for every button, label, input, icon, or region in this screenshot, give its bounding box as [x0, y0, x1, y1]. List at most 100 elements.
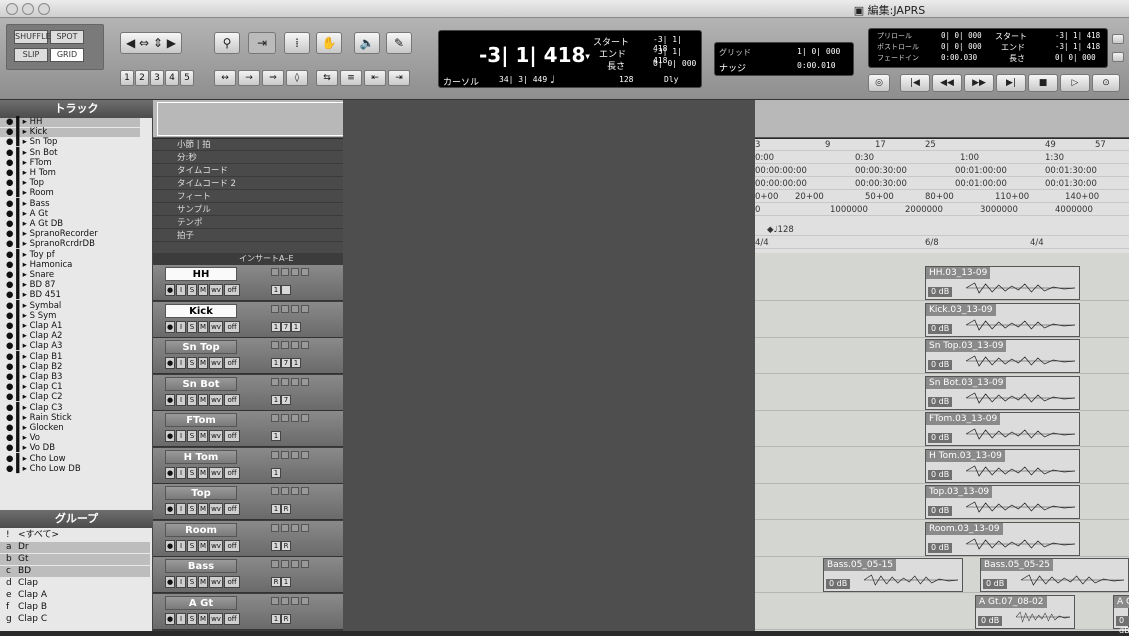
insert-slot[interactable] — [271, 414, 279, 422]
ruler-label[interactable]: テンポ — [153, 217, 343, 229]
send-slot[interactable] — [281, 285, 291, 295]
track-list-item[interactable]: ● ▌▸ Snare — [0, 271, 140, 280]
mute-button[interactable]: M — [198, 430, 208, 442]
return-to-zero-icon[interactable]: |◀ — [900, 74, 930, 92]
track-list-item[interactable]: ● ▌▸ SpranoRcrdrDB — [0, 240, 140, 249]
track-visible-dot-icon[interactable]: ● ▌▸ — [0, 250, 30, 260]
track-list-item[interactable]: ● ▌▸ Sn Top — [0, 138, 140, 147]
track-visible-dot-icon[interactable]: ● ▌▸ — [0, 352, 30, 362]
track-visible-dot-icon[interactable]: ● ▌▸ — [0, 280, 30, 290]
record-enable-button[interactable]: ● — [165, 284, 175, 296]
track-list-item[interactable]: ● ▌▸ Clap B2 — [0, 362, 140, 372]
link-timeline-icon[interactable]: → — [238, 70, 260, 86]
insert-slot[interactable] — [271, 304, 279, 313]
transport-end-value[interactable]: -3| 1| 418 — [1055, 42, 1100, 51]
insert-slot[interactable] — [291, 596, 299, 605]
track-visible-dot-icon[interactable]: ● ▌▸ — [0, 168, 30, 178]
track-visible-dot-icon[interactable]: ● ▌▸ — [0, 199, 30, 209]
send-slot[interactable]: R — [281, 504, 291, 514]
input-monitor-button[interactable]: I — [176, 430, 186, 442]
play-icon[interactable]: ▷ — [1060, 74, 1090, 92]
track-list-item[interactable]: ● ▌▸ A Gt — [0, 209, 140, 219]
groups-panel-header[interactable]: グループ — [0, 510, 153, 528]
postroll-value[interactable]: 0| 0| 000 — [941, 42, 982, 51]
group-item[interactable]: g Clap C — [0, 614, 150, 625]
track-visible-dot-icon[interactable]: ● ▌▸ — [0, 321, 30, 331]
clip-gain[interactable]: 0 dB — [928, 506, 953, 516]
send-slot[interactable]: R — [281, 613, 291, 624]
input-monitor-button[interactable]: I — [176, 576, 186, 588]
clip-gain[interactable]: 0 dB — [928, 433, 953, 443]
tab-to-transient-icon[interactable]: ↔ — [214, 70, 236, 86]
transport-option-1[interactable] — [1112, 34, 1124, 44]
track-visible-dot-icon[interactable]: ● ▌▸ — [0, 158, 30, 168]
track-list-item[interactable]: ● ▌▸ Toy pf — [0, 250, 140, 260]
track-name[interactable]: FTom — [165, 413, 237, 427]
track-visible-dot-icon[interactable]: ● ▌▸ — [0, 362, 30, 372]
record-enable-button[interactable]: ● — [165, 320, 175, 333]
solo-button[interactable]: S — [187, 393, 197, 406]
meter-marker[interactable]: 4/4 — [755, 237, 769, 249]
audio-clip[interactable]: HH.03_13-09 0 dB — [925, 266, 1080, 300]
track-visible-dot-icon[interactable]: ● ▌▸ — [0, 137, 30, 147]
record-enable-button[interactable]: ● — [165, 466, 175, 479]
send-slot[interactable]: 1 — [271, 321, 281, 332]
view-selector[interactable]: wv — [209, 612, 223, 625]
record-enable-button[interactable]: ● — [165, 357, 175, 369]
track-list-item[interactable]: ● ▌▸ Clap A2 — [0, 332, 140, 341]
track-visible-dot-icon[interactable]: ● ▌▸ — [0, 331, 30, 341]
automation-mode[interactable]: off — [224, 576, 240, 588]
track-visible-dot-icon[interactable]: ● ▌▸ — [0, 117, 30, 127]
mute-button[interactable]: M — [198, 612, 208, 625]
insert-slot[interactable] — [291, 560, 299, 568]
automation-mode[interactable]: off — [224, 320, 240, 333]
grid-value[interactable]: 1| 0| 000 — [797, 47, 840, 56]
insertion-follows-icon[interactable]: ⇆ — [316, 70, 338, 86]
track-header[interactable]: Kick ● I S Mwv off 1 7 1 — [153, 301, 343, 338]
input-monitor-button[interactable]: I — [176, 393, 186, 406]
ruler-label[interactable]: タイムコード — [153, 165, 343, 177]
ruler-row-timecode2[interactable]: 00:00:00:00 00:00:30:00 00:01:00:00 00:01:3… — [755, 178, 1129, 190]
input-monitor-button[interactable]: I — [176, 612, 186, 625]
send-slot[interactable]: 1 — [271, 285, 281, 295]
track-list-item[interactable]: ● ▌▸ Clap C2 — [0, 393, 140, 402]
track-visible-dot-icon[interactable]: ● ▌▸ — [0, 403, 30, 413]
track-list-item[interactable]: ● ▌▸ H Tom — [0, 169, 140, 178]
grid-mode-button[interactable]: GRID — [50, 48, 84, 62]
track-visible-dot-icon[interactable]: ● ▌▸ — [0, 454, 30, 464]
transport-option-2[interactable] — [1112, 52, 1124, 62]
solo-button[interactable]: S — [187, 284, 197, 296]
insert-slot[interactable] — [271, 450, 279, 459]
insert-slot[interactable] — [281, 450, 289, 459]
insert-slot[interactable] — [301, 341, 309, 349]
send-slot[interactable]: 7 — [281, 394, 291, 405]
track-list-item[interactable]: ● ▌▸ Room — [0, 189, 140, 198]
mirror-midi-icon[interactable]: ◊ — [286, 70, 308, 86]
record-enable-button[interactable]: ● — [165, 539, 175, 552]
insert-slot[interactable] — [291, 377, 299, 386]
track-header[interactable]: Room ● I S Mwv off 1 R — [153, 520, 343, 557]
ruler-row-timecode[interactable]: 00:00:00:00 00:00:30:00 00:01:00:00 00:01:3… — [755, 165, 1129, 177]
track-list-item[interactable]: ● ▌▸ Vo DB — [0, 444, 140, 453]
automation-mode[interactable]: off — [224, 612, 240, 625]
send-slot[interactable]: 1 — [271, 394, 281, 405]
nudge-value[interactable]: 0:00.010 — [797, 61, 836, 70]
insert-slot[interactable] — [291, 414, 299, 422]
clip-gain[interactable]: 0 dB — [826, 579, 851, 589]
group-item[interactable]: d Clap — [0, 578, 150, 589]
track-name[interactable]: Sn Bot — [165, 376, 237, 391]
insert-slot[interactable] — [301, 523, 309, 532]
audio-clip[interactable]: Top.03_13-09 0 dB — [925, 485, 1080, 519]
send-slot[interactable]: R — [281, 540, 291, 551]
track-list-item[interactable]: ● ▌▸ BD 87 — [0, 281, 140, 290]
audio-clip[interactable]: A G 0 dB — [1113, 594, 1129, 635]
audio-clip[interactable]: Bass.05_05-15 0 dB — [823, 558, 963, 592]
track-name[interactable]: Bass — [165, 559, 237, 573]
mute-button[interactable]: M — [198, 576, 208, 588]
view-selector[interactable]: wv — [209, 430, 223, 442]
insert-slot[interactable] — [281, 341, 289, 349]
ruler-label[interactable]: 小節 | 拍 — [153, 139, 343, 151]
audio-clip[interactable]: A Gt.07_08-02 0 dB — [975, 594, 1075, 629]
automation-mode[interactable]: off — [224, 503, 240, 515]
insert-slot[interactable] — [291, 450, 299, 459]
